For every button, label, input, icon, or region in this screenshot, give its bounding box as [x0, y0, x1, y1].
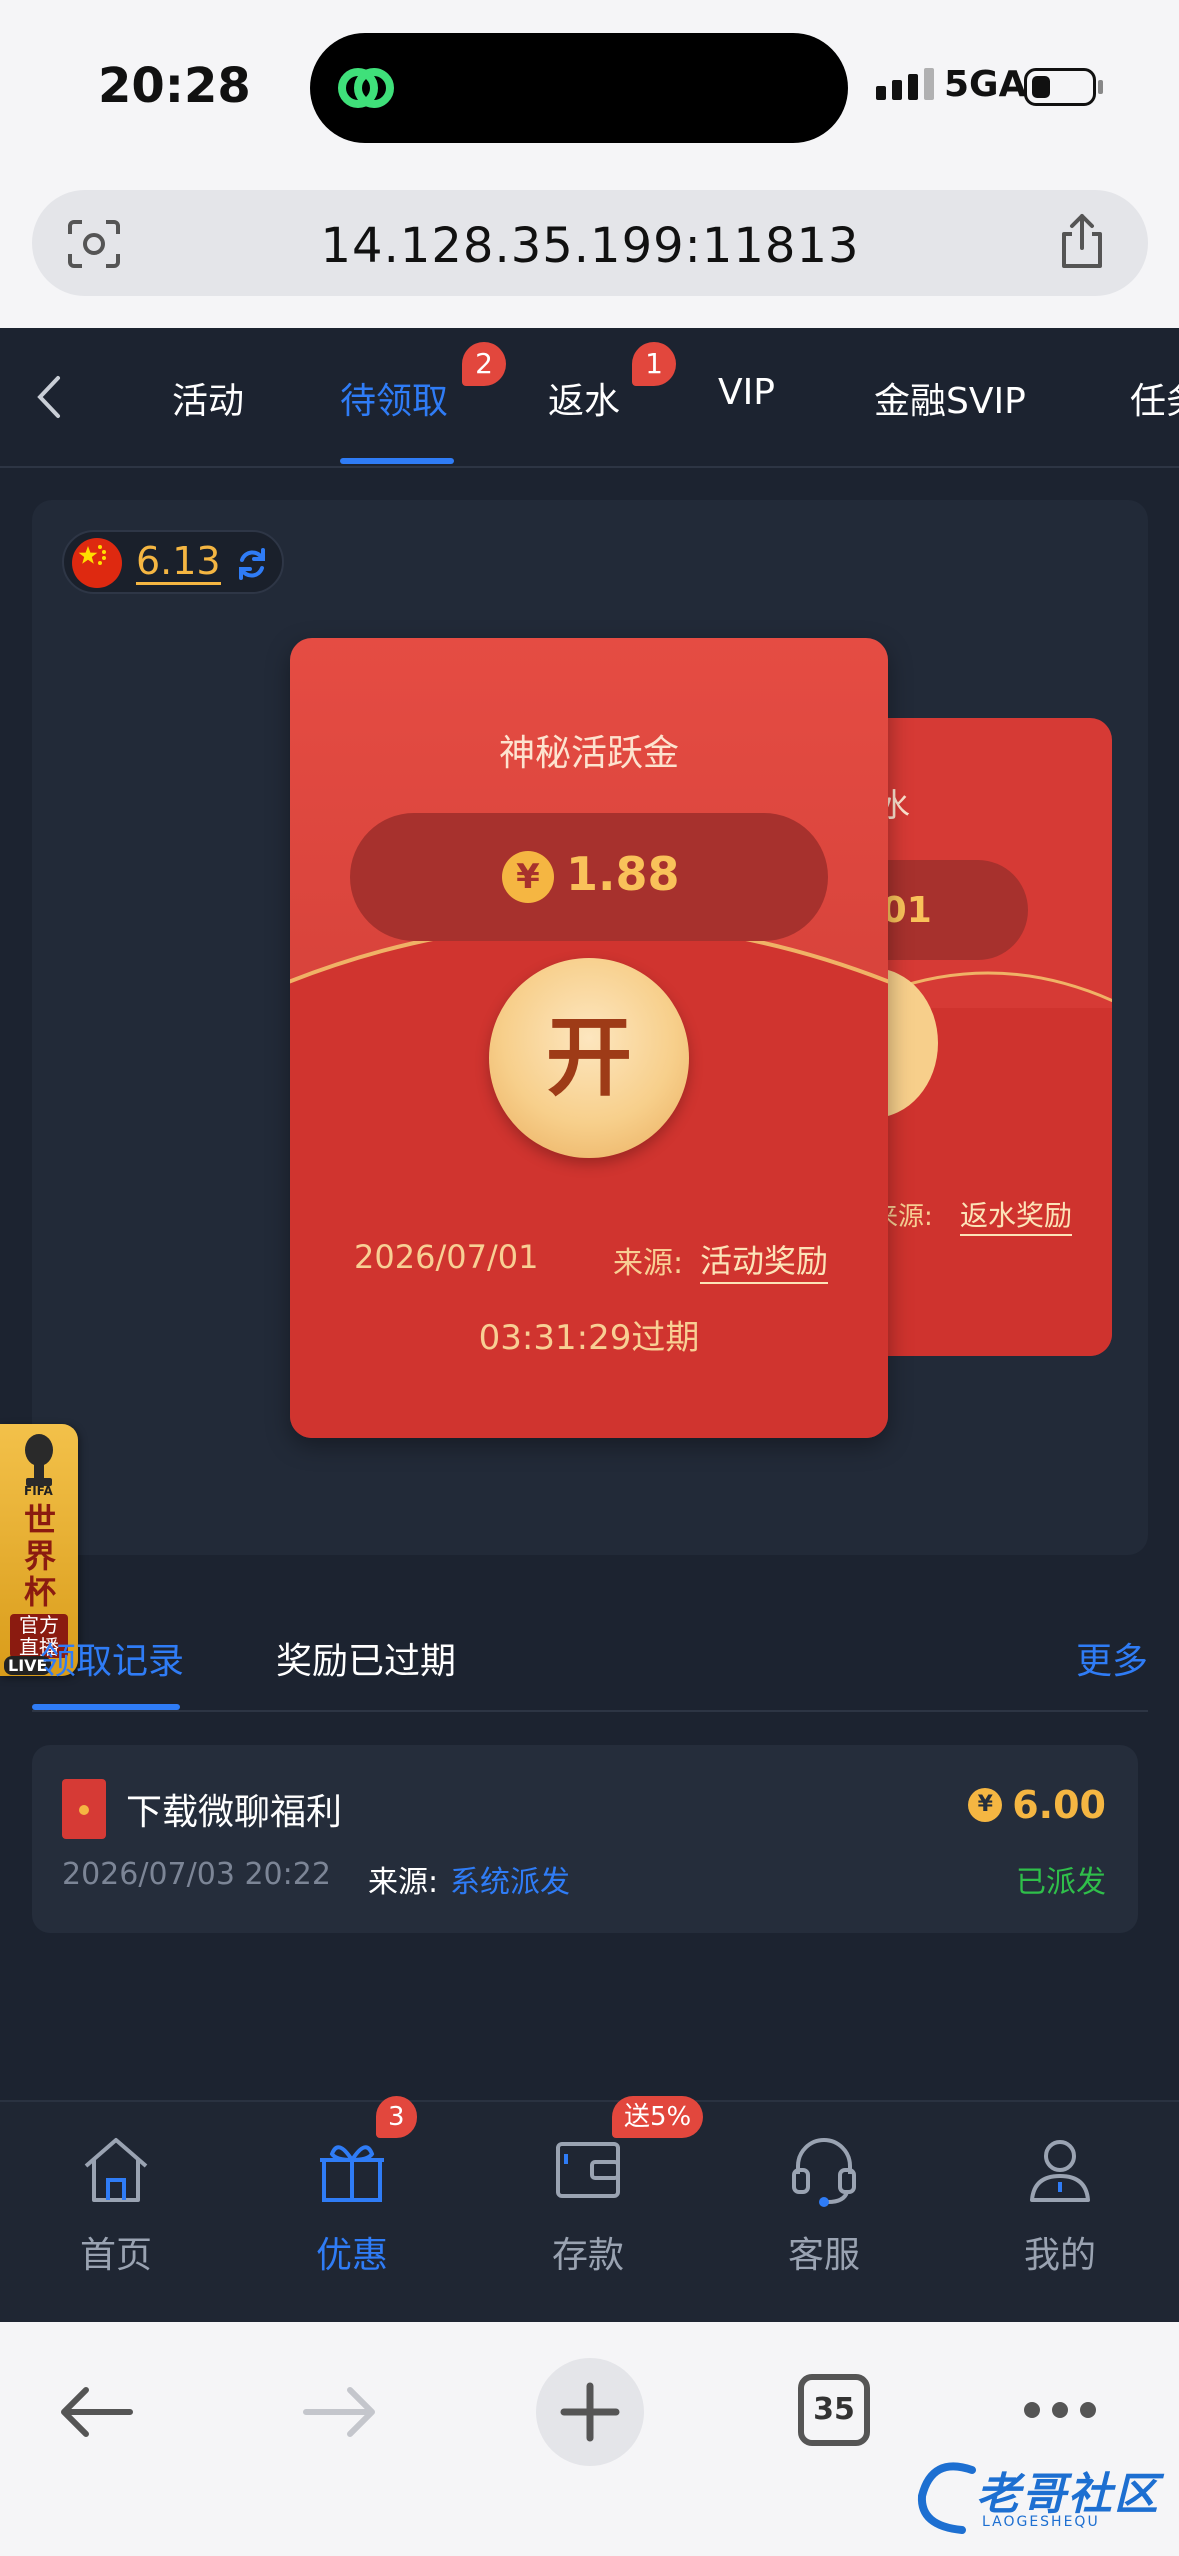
- refresh-icon[interactable]: [234, 546, 270, 582]
- envelope-source-link[interactable]: 活动奖励: [700, 1236, 829, 1284]
- gift-icon: [320, 2145, 384, 2202]
- yen-coin-icon: ¥: [502, 851, 554, 903]
- nav-support-label: 客服: [787, 2235, 860, 2276]
- china-flag-icon: [72, 538, 122, 588]
- category-tabs: 活动 待领取 2 返水 1 VIP 金融SVIP 任务: [0, 328, 1179, 468]
- rebate-badge: 1: [632, 342, 676, 386]
- chevron-left-icon[interactable]: [28, 372, 72, 422]
- watermark-text: 老哥社区: [976, 2469, 1160, 2520]
- open-envelope-button[interactable]: 开: [489, 958, 689, 1158]
- address-bar[interactable]: 14.128.35.199:11813: [32, 190, 1148, 296]
- pending-badge: 2: [462, 342, 506, 386]
- record-status: 已派发: [1016, 1865, 1106, 1900]
- tab-claim-records[interactable]: 领取记录: [40, 1632, 184, 1684]
- browser-address-area: 14.128.35.199:11813: [0, 168, 1179, 328]
- nav-deposit[interactable]: 存款: [498, 2130, 678, 2278]
- battery-icon: [1024, 68, 1096, 106]
- balance-chip[interactable]: 6.13: [62, 530, 284, 594]
- user-icon: [1030, 2140, 1090, 2202]
- envelope-expiry: 03:31:29过期: [478, 1318, 700, 1358]
- tab-tasks[interactable]: 任务: [1130, 372, 1179, 424]
- record-amount-group: ¥ 6.00: [968, 1783, 1106, 1827]
- nav-promotions[interactable]: 优惠: [262, 2130, 442, 2278]
- signal-icon: [876, 68, 934, 100]
- tab-expired-rewards[interactable]: 奖励已过期: [276, 1632, 456, 1684]
- deposit-bonus-badge: 送5%: [612, 2096, 704, 2138]
- home-icon: [84, 2138, 148, 2202]
- nav-home-label: 首页: [79, 2235, 152, 2276]
- fifa-label: FIFA: [24, 1484, 53, 1498]
- more-link[interactable]: 更多: [1076, 1632, 1148, 1684]
- trophy-icon: [25, 1434, 53, 1486]
- dynamic-island: [310, 33, 848, 143]
- promotions-badge: 3: [376, 2096, 417, 2138]
- share-icon[interactable]: [1052, 212, 1112, 272]
- watermark-subtext: LAOGESHEQU: [982, 2514, 1100, 2530]
- red-envelope-rebate[interactable]: 水 .01 开 来源: 返水奖励: [868, 718, 1112, 1356]
- new-tab-button[interactable]: [536, 2358, 644, 2466]
- tab-vip[interactable]: VIP: [718, 372, 775, 413]
- status-time: 20:28: [98, 58, 251, 114]
- watermark-logo: 老哥社区 LAOGESHEQU: [912, 2452, 1162, 2542]
- envelope-amount-pill: ¥ 1.88: [350, 813, 828, 941]
- record-amount: 6.00: [1012, 1783, 1106, 1827]
- envelope-title: 神秘活跃金: [498, 733, 679, 774]
- wallet-icon: [556, 2142, 620, 2198]
- plus-icon: [560, 2382, 620, 2442]
- headset-icon: [792, 2138, 856, 2207]
- url-text[interactable]: 14.128.35.199:11813: [32, 218, 1148, 274]
- more-menu-icon[interactable]: [1024, 2402, 1096, 2418]
- red-envelope-icon: [62, 1779, 106, 1839]
- browser-back-icon[interactable]: [56, 2380, 136, 2444]
- nav-profile-label: 我的: [1023, 2235, 1096, 2276]
- record-title: 下载微聊福利: [126, 1792, 343, 1833]
- envelope-source-label: 来源:: [613, 1246, 684, 1281]
- rebate-amount-pill: .01: [868, 860, 1028, 960]
- status-bar: 20:28 5GA: [0, 0, 1179, 168]
- link-app-icon: [338, 68, 394, 108]
- record-tabs: 领取记录 奖励已过期 更多: [32, 1600, 1148, 1712]
- rebate-source[interactable]: 返水奖励: [960, 1194, 1073, 1236]
- balance-value: 6.13: [136, 539, 221, 585]
- tab-activity[interactable]: 活动: [172, 372, 244, 424]
- nav-deposit-label: 存款: [551, 2235, 624, 2276]
- record-source: 系统派发: [450, 1865, 570, 1900]
- network-type: 5GA: [944, 64, 1027, 105]
- browser-forward-icon[interactable]: [300, 2380, 380, 2444]
- nav-promotions-label: 优惠: [315, 2235, 388, 2276]
- record-date: 2026/07/03 20:22: [62, 1857, 331, 1892]
- red-envelope-active[interactable]: 神秘活跃金 ¥ 1.88 开 2026/07/01 来源: 活动奖励 03:31…: [290, 638, 888, 1438]
- tab-rebate[interactable]: 返水: [548, 372, 620, 424]
- active-tab-indicator: [340, 458, 454, 464]
- tab-count-button[interactable]: 35: [798, 2374, 870, 2446]
- claim-record-item[interactable]: 下载微聊福利 ¥ 6.00 2026/07/03 20:22 来源: 系统派发 …: [32, 1745, 1138, 1933]
- record-source-label: 来源:: [368, 1865, 439, 1900]
- tab-pending[interactable]: 待领取: [340, 372, 448, 424]
- nav-home[interactable]: 首页: [26, 2130, 206, 2278]
- nav-profile[interactable]: 我的: [970, 2130, 1150, 2278]
- nav-support[interactable]: 客服: [734, 2130, 914, 2278]
- dragon-logo-icon: [917, 2462, 976, 2534]
- envelope-date: 2026/07/01: [354, 1238, 539, 1276]
- record-tab-indicator: [32, 1704, 180, 1710]
- yen-coin-icon: ¥: [968, 1788, 1003, 1822]
- bottom-nav: 首页 优惠 3 存款 送5% 客服 我的: [0, 2096, 1179, 2322]
- tab-finance-svip[interactable]: 金融SVIP: [874, 372, 1026, 424]
- world-cup-title: 世界杯: [23, 1501, 56, 1611]
- envelope-amount: 1.88: [566, 847, 680, 901]
